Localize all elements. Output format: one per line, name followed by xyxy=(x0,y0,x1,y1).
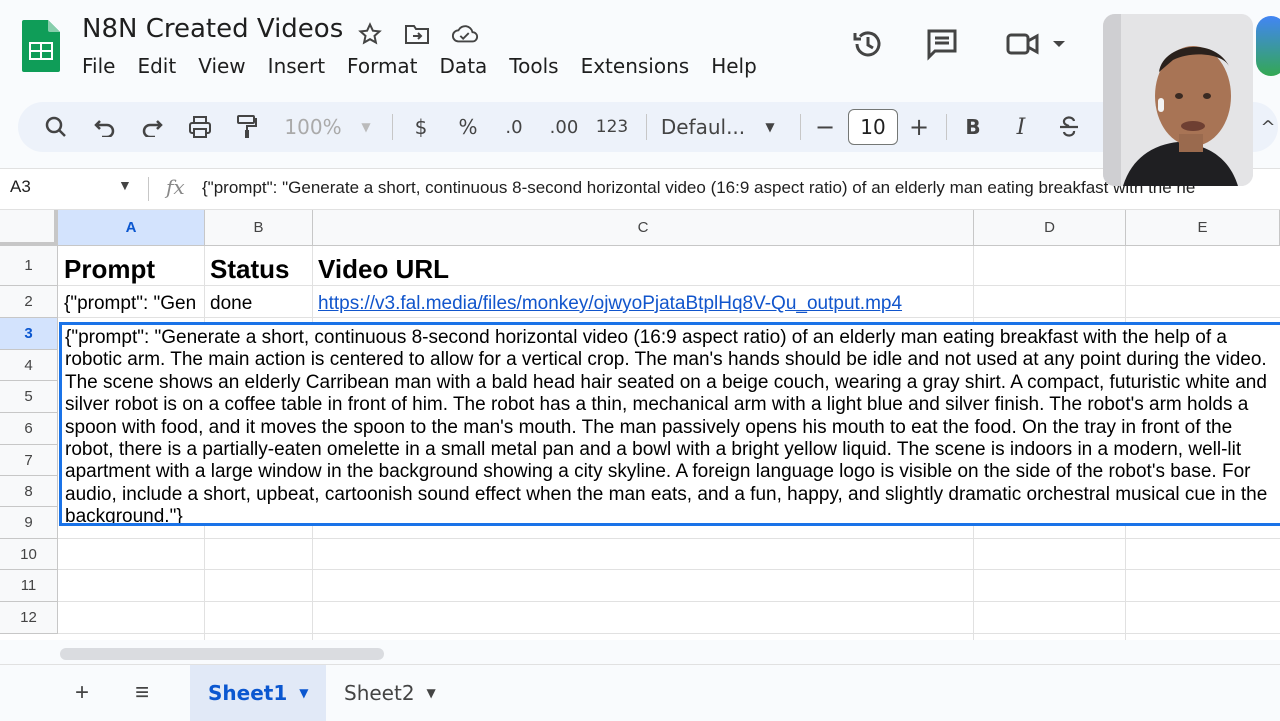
font-size-input[interactable]: 10 xyxy=(848,109,898,145)
sheets-logo-icon[interactable] xyxy=(20,18,62,74)
chevron-down-icon[interactable]: ▼ xyxy=(427,686,436,700)
menu-insert[interactable]: Insert xyxy=(257,54,336,78)
column-header-a[interactable]: A xyxy=(58,210,205,246)
history-icon[interactable] xyxy=(848,24,888,64)
row-header-7[interactable]: 7 xyxy=(0,445,58,476)
spreadsheet-grid[interactable]: A B C D E 1 2 3 4 5 6 7 8 9 10 11 12 Pro… xyxy=(0,210,1280,640)
star-icon[interactable] xyxy=(356,20,384,48)
row-header-10[interactable]: 10 xyxy=(0,539,58,570)
redo-icon[interactable] xyxy=(135,102,169,152)
row-header-1[interactable]: 1 xyxy=(0,246,58,286)
number-format-button[interactable]: 123 xyxy=(594,102,630,152)
row-header-4[interactable]: 4 xyxy=(0,350,58,381)
menu-file[interactable]: File xyxy=(82,54,126,78)
column-header-d[interactable]: D xyxy=(974,210,1126,246)
sheet-tab-sheet2[interactable]: Sheet2 ▼ xyxy=(326,665,460,721)
move-to-folder-icon[interactable] xyxy=(403,20,431,48)
webcam-overlay xyxy=(1103,14,1253,186)
row-header-6[interactable]: 6 xyxy=(0,413,58,445)
percent-button[interactable]: % xyxy=(453,102,483,152)
sheet-tab-sheet1[interactable]: Sheet1 ▼ xyxy=(190,665,326,721)
menu-extensions[interactable]: Extensions xyxy=(570,54,701,78)
undo-icon[interactable] xyxy=(88,102,122,152)
search-icon[interactable] xyxy=(38,102,74,152)
menu-edit[interactable]: Edit xyxy=(126,54,187,78)
column-header-b[interactable]: B xyxy=(205,210,313,246)
paint-format-icon[interactable] xyxy=(230,102,264,152)
menu-bar: File Edit View Insert Format Data Tools … xyxy=(82,54,768,78)
cell-b2[interactable]: done xyxy=(210,293,310,315)
meet-dropdown-icon[interactable] xyxy=(1044,24,1074,64)
row-header-9[interactable]: 9 xyxy=(0,507,58,539)
collapse-menus-button[interactable]: ^ xyxy=(1258,102,1278,152)
row-header-5[interactable]: 5 xyxy=(0,381,58,413)
row-header-12[interactable]: 12 xyxy=(0,602,58,634)
chevron-down-icon[interactable]: ▼ xyxy=(299,686,308,700)
fx-icon: fx xyxy=(166,175,185,199)
sheet-bar: + ≡ Sheet1 ▼ Sheet2 ▼ xyxy=(0,664,1280,721)
cell-c1[interactable]: Video URL xyxy=(318,254,968,285)
decrease-decimals-button[interactable]: .0 xyxy=(496,102,532,152)
video-url-link[interactable]: https://v3.fal.media/files/monkey/ojwyoP… xyxy=(318,293,902,314)
name-box-dropdown-icon[interactable]: ▼ xyxy=(118,177,132,193)
menu-help[interactable]: Help xyxy=(700,54,768,78)
zoom-select[interactable]: 100% xyxy=(280,102,346,152)
bold-button[interactable]: B xyxy=(958,102,988,152)
select-all-corner[interactable] xyxy=(0,210,58,246)
comments-icon[interactable] xyxy=(922,24,962,64)
horizontal-scrollbar[interactable] xyxy=(60,648,384,660)
cell-a3-selected[interactable]: {"prompt": "Generate a short, continuous… xyxy=(59,322,1280,526)
menu-tools[interactable]: Tools xyxy=(498,54,569,78)
name-box[interactable]: A3 xyxy=(10,177,31,197)
column-header-c[interactable]: C xyxy=(313,210,974,246)
row-header-11[interactable]: 11 xyxy=(0,570,58,602)
cell-b1[interactable]: Status xyxy=(210,254,310,285)
add-sheet-button[interactable]: + xyxy=(62,675,102,711)
cloud-saved-icon[interactable] xyxy=(451,20,479,48)
menu-format[interactable]: Format xyxy=(336,54,428,78)
menu-view[interactable]: View xyxy=(187,54,256,78)
cell-c2[interactable]: https://v3.fal.media/files/monkey/ojwyoP… xyxy=(318,293,968,315)
decrease-font-size-button[interactable]: − xyxy=(810,102,840,152)
document-title[interactable]: N8N Created Videos xyxy=(82,14,343,44)
cell-a1[interactable]: Prompt xyxy=(64,254,202,285)
strikethrough-icon[interactable] xyxy=(1054,102,1084,152)
toolbar: 100% ▼ $ % .0 .00 123 Defaul... ▼ − 10 +… xyxy=(18,102,1278,152)
increase-decimals-button[interactable]: .00 xyxy=(544,102,584,152)
account-avatar[interactable] xyxy=(1256,16,1280,76)
cell-a2[interactable]: {"prompt": "Gen xyxy=(64,293,204,315)
zoom-dropdown-icon[interactable]: ▼ xyxy=(356,102,376,152)
all-sheets-list-button[interactable]: ≡ xyxy=(122,675,162,711)
column-header-e[interactable]: E xyxy=(1126,210,1280,246)
italic-button[interactable]: I xyxy=(1006,102,1036,152)
row-header-8[interactable]: 8 xyxy=(0,476,58,507)
formula-input[interactable]: {"prompt": "Generate a short, continuous… xyxy=(202,178,1195,198)
meet-icon[interactable] xyxy=(1003,24,1043,64)
font-select[interactable]: Defaul... xyxy=(658,102,748,152)
font-dropdown-icon[interactable]: ▼ xyxy=(760,102,780,152)
menu-data[interactable]: Data xyxy=(429,54,499,78)
row-header-3[interactable]: 3 xyxy=(0,318,58,350)
sheet-tab-label: Sheet1 xyxy=(208,681,288,705)
formula-bar: A3 ▼ fx {"prompt": "Generate a short, co… xyxy=(0,168,1280,210)
sheet-tab-label: Sheet2 xyxy=(344,681,415,705)
currency-button[interactable]: $ xyxy=(406,102,436,152)
row-header-2[interactable]: 2 xyxy=(0,286,58,318)
increase-font-size-button[interactable]: + xyxy=(904,102,934,152)
print-icon[interactable] xyxy=(183,102,217,152)
